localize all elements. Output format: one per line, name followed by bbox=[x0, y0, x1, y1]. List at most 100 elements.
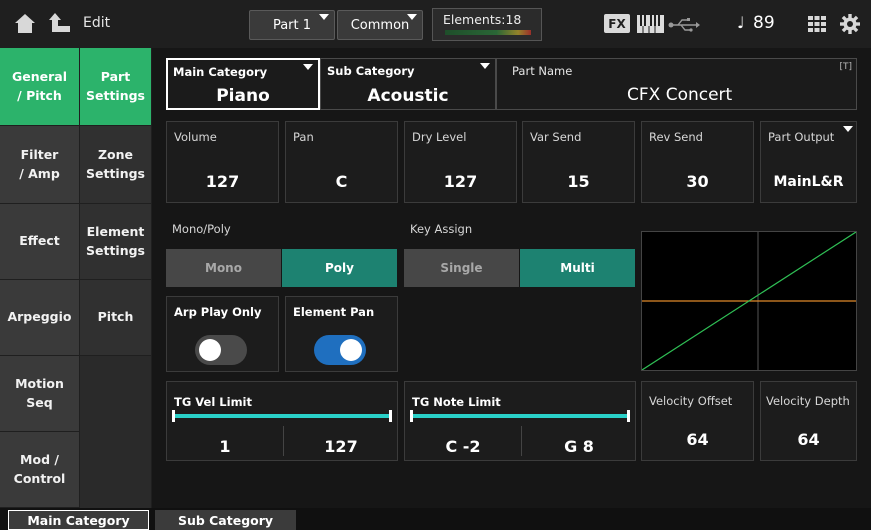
volume-label: Volume bbox=[174, 130, 217, 144]
sub-category-value: Acoustic bbox=[367, 86, 449, 106]
range-handle-low[interactable] bbox=[172, 410, 175, 422]
element-pan-switch[interactable]: Element Pan bbox=[285, 296, 398, 372]
var-send-knob[interactable]: Var Send 15 bbox=[522, 121, 635, 203]
tg-vel-limit-high[interactable]: 127 bbox=[283, 437, 399, 456]
subnav-item-zone-settings[interactable]: Zone Settings bbox=[80, 126, 152, 204]
mono-poly-label: Mono/Poly bbox=[172, 222, 231, 236]
sidebar-item-effect[interactable]: Effect bbox=[0, 204, 80, 280]
dry-level-label: Dry Level bbox=[412, 130, 467, 144]
part-name-value: CFX Concert bbox=[627, 85, 733, 105]
main-category-field[interactable]: Main Category Piano bbox=[166, 58, 320, 110]
fx-label: FX bbox=[608, 16, 626, 31]
level-meter bbox=[445, 30, 531, 35]
velocity-depth-label: Velocity Depth bbox=[766, 394, 850, 408]
subnav-item-pitch[interactable]: Pitch bbox=[80, 280, 152, 356]
part-button[interactable]: Part 1 bbox=[249, 10, 335, 40]
arp-play-only-switch[interactable]: Arp Play Only bbox=[166, 296, 279, 372]
chevron-down-icon bbox=[407, 14, 417, 20]
top-bar: Edit Part 1 Common Elements:18 FX ♩ 89 bbox=[0, 0, 871, 48]
rev-send-label: Rev Send bbox=[649, 130, 703, 144]
main-category-value: Piano bbox=[216, 86, 270, 106]
poly-button[interactable]: Poly bbox=[282, 249, 397, 287]
back-arrow-icon[interactable] bbox=[48, 12, 72, 34]
range-handle-high[interactable] bbox=[627, 410, 630, 422]
keyboard-icon bbox=[637, 15, 664, 37]
part-output-select[interactable]: Part Output MainL&R bbox=[760, 121, 857, 203]
part-output-value: MainL&R bbox=[773, 174, 844, 190]
tg-note-limit-panel[interactable]: TG Note Limit C -2 G 8 bbox=[404, 381, 636, 461]
var-send-label: Var Send bbox=[530, 130, 582, 144]
velocity-depth-knob[interactable]: Velocity Depth 64 bbox=[760, 381, 857, 461]
fx-icon[interactable]: FX bbox=[604, 14, 630, 33]
dry-level-value: 127 bbox=[443, 172, 478, 191]
velocity-offset-label: Velocity Offset bbox=[649, 394, 733, 408]
part-button-label: Part 1 bbox=[272, 17, 312, 33]
text-input-tag: [T] bbox=[839, 62, 852, 72]
var-send-value: 15 bbox=[567, 172, 590, 191]
range-bar bbox=[174, 414, 390, 418]
tg-note-limit-low[interactable]: C -2 bbox=[405, 437, 521, 456]
pan-value: C bbox=[335, 172, 348, 191]
toggle-knob bbox=[199, 339, 221, 361]
part-name-field[interactable]: Part Name [T] CFX Concert bbox=[496, 58, 857, 110]
tg-vel-limit-low[interactable]: 1 bbox=[167, 437, 283, 456]
dry-level-knob[interactable]: Dry Level 127 bbox=[404, 121, 517, 203]
range-handle-high[interactable] bbox=[389, 410, 392, 422]
volume-value: 127 bbox=[205, 172, 240, 191]
pan-label: Pan bbox=[293, 130, 314, 144]
arp-play-only-label: Arp Play Only bbox=[174, 305, 262, 319]
key-assign-label: Key Assign bbox=[410, 222, 473, 236]
velocity-offset-value: 64 bbox=[686, 430, 709, 449]
element-pan-label: Element Pan bbox=[293, 305, 375, 319]
grid-icon[interactable] bbox=[808, 16, 826, 36]
sidebar-item-motion-seq[interactable]: Motion Seq bbox=[0, 356, 80, 432]
rev-send-value: 30 bbox=[686, 172, 709, 191]
element-pan-toggle[interactable] bbox=[314, 335, 366, 365]
chevron-down-icon bbox=[843, 126, 853, 132]
tg-vel-limit-label: TG Vel Limit bbox=[174, 395, 252, 409]
usb-icon bbox=[668, 17, 700, 36]
sub-category-field[interactable]: Sub Category Acoustic bbox=[320, 58, 496, 110]
chevron-down-icon bbox=[319, 14, 329, 20]
tg-note-limit-high[interactable]: G 8 bbox=[521, 437, 637, 456]
common-button-label: Common bbox=[350, 17, 410, 33]
range-bar bbox=[412, 414, 628, 418]
sidebar-item-mod-control[interactable]: Mod / Control bbox=[0, 432, 80, 508]
chevron-down-icon bbox=[303, 64, 313, 70]
subnav-item-part-settings[interactable]: Part Settings bbox=[80, 48, 152, 126]
page-title: Edit bbox=[83, 15, 111, 31]
elements-label: Elements:18 bbox=[443, 12, 522, 27]
velocity-curve-graph bbox=[641, 231, 857, 371]
rev-send-knob[interactable]: Rev Send 30 bbox=[641, 121, 754, 203]
note-icon: ♩ bbox=[737, 13, 745, 32]
main-category-label: Main Category bbox=[173, 65, 268, 79]
mono-button[interactable]: Mono bbox=[166, 249, 281, 287]
gear-icon[interactable] bbox=[840, 14, 860, 38]
sidebar-item-filter-amp[interactable]: Filter / Amp bbox=[0, 126, 80, 204]
range-handle-low[interactable] bbox=[410, 410, 413, 422]
sub-category-label: Sub Category bbox=[327, 64, 415, 78]
elements-meter: Elements:18 bbox=[432, 8, 542, 41]
part-name-label: Part Name bbox=[512, 64, 573, 78]
tempo-value[interactable]: 89 bbox=[753, 13, 775, 33]
pan-knob[interactable]: Pan C bbox=[285, 121, 398, 203]
toggle-knob bbox=[340, 339, 362, 361]
tab-main-category[interactable]: Main Category bbox=[8, 510, 149, 530]
single-button[interactable]: Single bbox=[404, 249, 519, 287]
subnav-empty bbox=[80, 356, 152, 508]
multi-button[interactable]: Multi bbox=[520, 249, 635, 287]
sidebar-item-general-pitch[interactable]: General / Pitch bbox=[0, 48, 80, 126]
tab-sub-category[interactable]: Sub Category bbox=[155, 510, 296, 530]
sidebar-item-arpeggio[interactable]: Arpeggio bbox=[0, 280, 80, 356]
common-button[interactable]: Common bbox=[337, 10, 423, 40]
velocity-depth-value: 64 bbox=[797, 430, 820, 449]
home-icon[interactable] bbox=[13, 12, 37, 34]
subnav-item-element-settings[interactable]: Element Settings bbox=[80, 204, 152, 280]
tg-vel-limit-panel[interactable]: TG Vel Limit 1 127 bbox=[166, 381, 398, 461]
volume-knob[interactable]: Volume 127 bbox=[166, 121, 279, 203]
arp-play-only-toggle[interactable] bbox=[195, 335, 247, 365]
chevron-down-icon bbox=[480, 63, 490, 69]
velocity-offset-knob[interactable]: Velocity Offset 64 bbox=[641, 381, 754, 461]
part-output-label: Part Output bbox=[768, 130, 835, 144]
tg-note-limit-label: TG Note Limit bbox=[412, 395, 501, 409]
